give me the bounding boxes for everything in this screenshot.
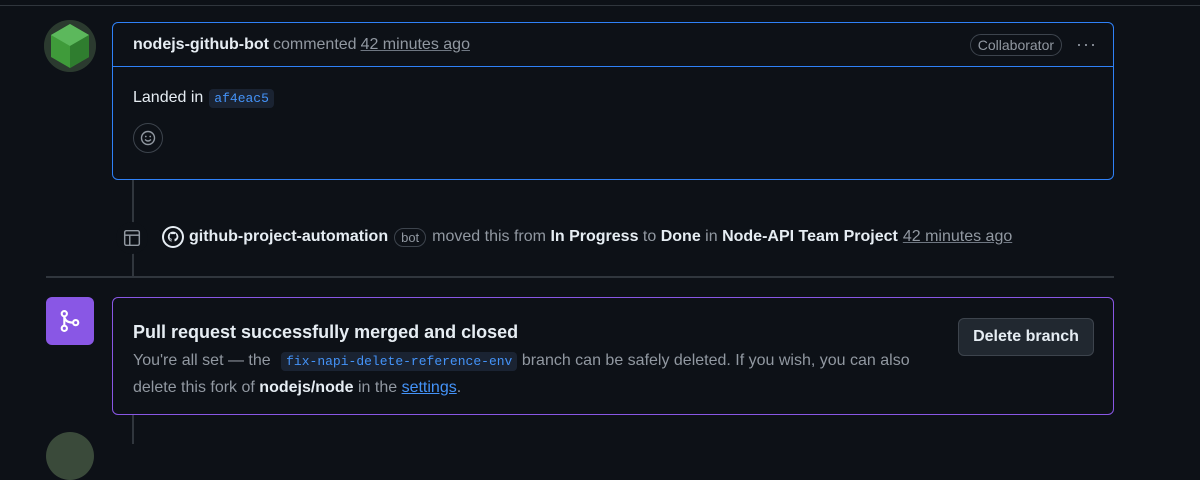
delete-branch-button[interactable]: Delete branch (958, 318, 1094, 356)
event-text-to: to (642, 228, 657, 245)
collaborator-badge: Collaborator (969, 33, 1063, 56)
comment-header: nodejs-github-bot commented 42 minutes a… (113, 23, 1113, 67)
bot-badge: bot (394, 227, 427, 247)
event-text-moved: moved this from (432, 228, 546, 245)
top-divider (0, 5, 1200, 6)
nodejs-bot-avatar[interactable] (44, 20, 96, 72)
event-timestamp-link[interactable]: 42 minutes ago (903, 228, 1012, 246)
from-column: In Progress (550, 228, 639, 245)
merge-status-box: Pull request successfully merged and clo… (112, 297, 1114, 415)
merge-desc-text: in the (357, 379, 398, 396)
branch-name[interactable]: fix-napi-delete-reference-env (281, 352, 518, 371)
timeline-divider (46, 276, 1114, 278)
timeline-line (132, 414, 134, 444)
to-column: Done (660, 228, 701, 245)
comment-text: Landed in (133, 89, 204, 106)
project-event: github-project-automation bot moved this… (162, 226, 1012, 248)
project-link[interactable]: Node-API Team Project (722, 228, 898, 246)
merge-description: You're all set — the fix-napi-delete-ref… (133, 348, 953, 401)
merge-desc-period: . (456, 379, 462, 396)
comment-timestamp-link[interactable]: 42 minutes ago (361, 36, 470, 54)
kebab-menu-icon[interactable]: ··· (1076, 34, 1097, 55)
actor-link[interactable]: github-project-automation (189, 228, 388, 246)
comment-author-link[interactable]: nodejs-github-bot (133, 36, 269, 54)
add-reaction-button[interactable] (133, 123, 163, 153)
commit-link[interactable]: af4eac5 (209, 89, 274, 108)
repo-name: nodejs/node (259, 379, 354, 396)
github-logo-icon[interactable] (162, 226, 184, 248)
comment-body: Landed in af4eac5 (113, 67, 1113, 153)
merge-title: Pull request successfully merged and clo… (133, 322, 519, 342)
settings-link[interactable]: settings (402, 379, 457, 396)
next-avatar[interactable] (46, 432, 94, 480)
comment-verb: commented (272, 35, 357, 53)
merged-icon (46, 297, 94, 345)
merge-desc-text: You're all set — the (133, 352, 271, 369)
comment-box: nodejs-github-bot commented 42 minutes a… (112, 22, 1114, 180)
project-table-icon (116, 222, 148, 254)
event-text-in: in (705, 228, 718, 245)
smiley-icon (140, 130, 156, 146)
